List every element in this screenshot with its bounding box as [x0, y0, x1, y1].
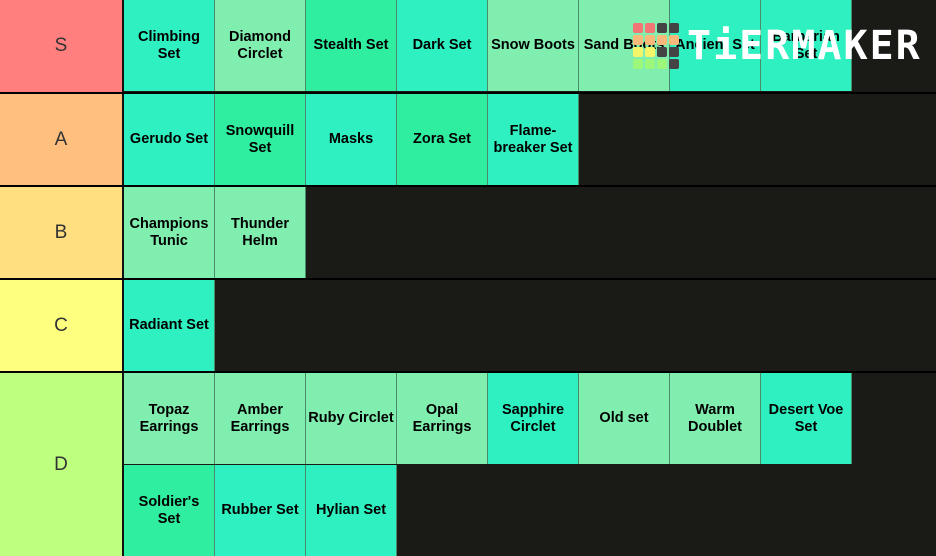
tier-item[interactable]: Desert Voe Set	[761, 373, 852, 464]
logo-square	[657, 23, 667, 33]
tier-items-d: Topaz Earrings Amber Earrings Ruby Circl…	[124, 373, 936, 556]
tier-items-b: Champions Tunic Thunder Helm	[124, 187, 936, 278]
logo-square	[645, 59, 655, 69]
tier-list-board: S Climbing Set Diamond Circlet Stealth S…	[0, 0, 936, 556]
logo-square	[645, 35, 655, 45]
tier-item[interactable]: Snow Boots	[488, 0, 579, 91]
tier-item[interactable]: Hylian Set	[306, 465, 397, 556]
tier-item[interactable]: Stealth Set	[306, 0, 397, 91]
tier-item[interactable]: Snowquill Set	[215, 94, 306, 185]
tier-item[interactable]: Soldier's Set	[124, 465, 215, 556]
tier-item[interactable]: Dark Set	[397, 0, 488, 91]
tier-items-a: Gerudo Set Snowquill Set Masks Zora Set …	[124, 94, 936, 185]
tier-item[interactable]: Masks	[306, 94, 397, 185]
tier-label-d[interactable]: D	[0, 373, 124, 556]
tier-items-c: Radiant Set	[124, 280, 936, 371]
tiermaker-logo-icon	[633, 23, 679, 69]
tier-item[interactable]: Thunder Helm	[215, 187, 306, 278]
logo-square	[669, 35, 679, 45]
tier-row-b: B Champions Tunic Thunder Helm	[0, 187, 936, 278]
tier-label-a[interactable]: A	[0, 94, 124, 185]
tier-item[interactable]: Diamond Circlet	[215, 0, 306, 91]
tier-row-d: D Topaz Earrings Amber Earrings Ruby Cir…	[0, 373, 936, 556]
tiermaker-watermark: TiERMAKER	[633, 20, 922, 72]
logo-square	[669, 59, 679, 69]
logo-square	[633, 23, 643, 33]
tier-item[interactable]: Amber Earrings	[215, 373, 306, 464]
tier-item[interactable]: Rubber Set	[215, 465, 306, 556]
logo-square	[633, 47, 643, 57]
logo-square	[645, 23, 655, 33]
logo-square	[633, 59, 643, 69]
tier-row-c: C Radiant Set	[0, 280, 936, 371]
tier-item[interactable]: Climbing Set	[124, 0, 215, 91]
tier-item[interactable]: Warm Doublet	[670, 373, 761, 464]
tier-item[interactable]: Old set	[579, 373, 670, 464]
tier-label-b[interactable]: B	[0, 187, 124, 278]
tier-item[interactable]: Topaz Earrings	[124, 373, 215, 464]
tier-item[interactable]: Opal Earrings	[397, 373, 488, 464]
logo-square	[633, 35, 643, 45]
tiermaker-logo-text: TiERMAKER	[687, 23, 922, 69]
tier-item[interactable]: Champions Tunic	[124, 187, 215, 278]
logo-square	[645, 47, 655, 57]
tier-item[interactable]: Radiant Set	[124, 280, 215, 371]
tier-item[interactable]: Zora Set	[397, 94, 488, 185]
logo-square	[657, 47, 667, 57]
tier-item[interactable]: Sapphire Circlet	[488, 373, 579, 464]
tier-label-c[interactable]: C	[0, 280, 124, 371]
logo-square	[657, 59, 667, 69]
tier-label-s[interactable]: S	[0, 0, 124, 92]
tier-row-a: A Gerudo Set Snowquill Set Masks Zora Se…	[0, 94, 936, 185]
logo-square	[669, 47, 679, 57]
tier-item[interactable]: Flame-breaker Set	[488, 94, 579, 185]
logo-square	[657, 35, 667, 45]
tier-item[interactable]: Ruby Circlet	[306, 373, 397, 464]
logo-square	[669, 23, 679, 33]
tier-item[interactable]: Gerudo Set	[124, 94, 215, 185]
